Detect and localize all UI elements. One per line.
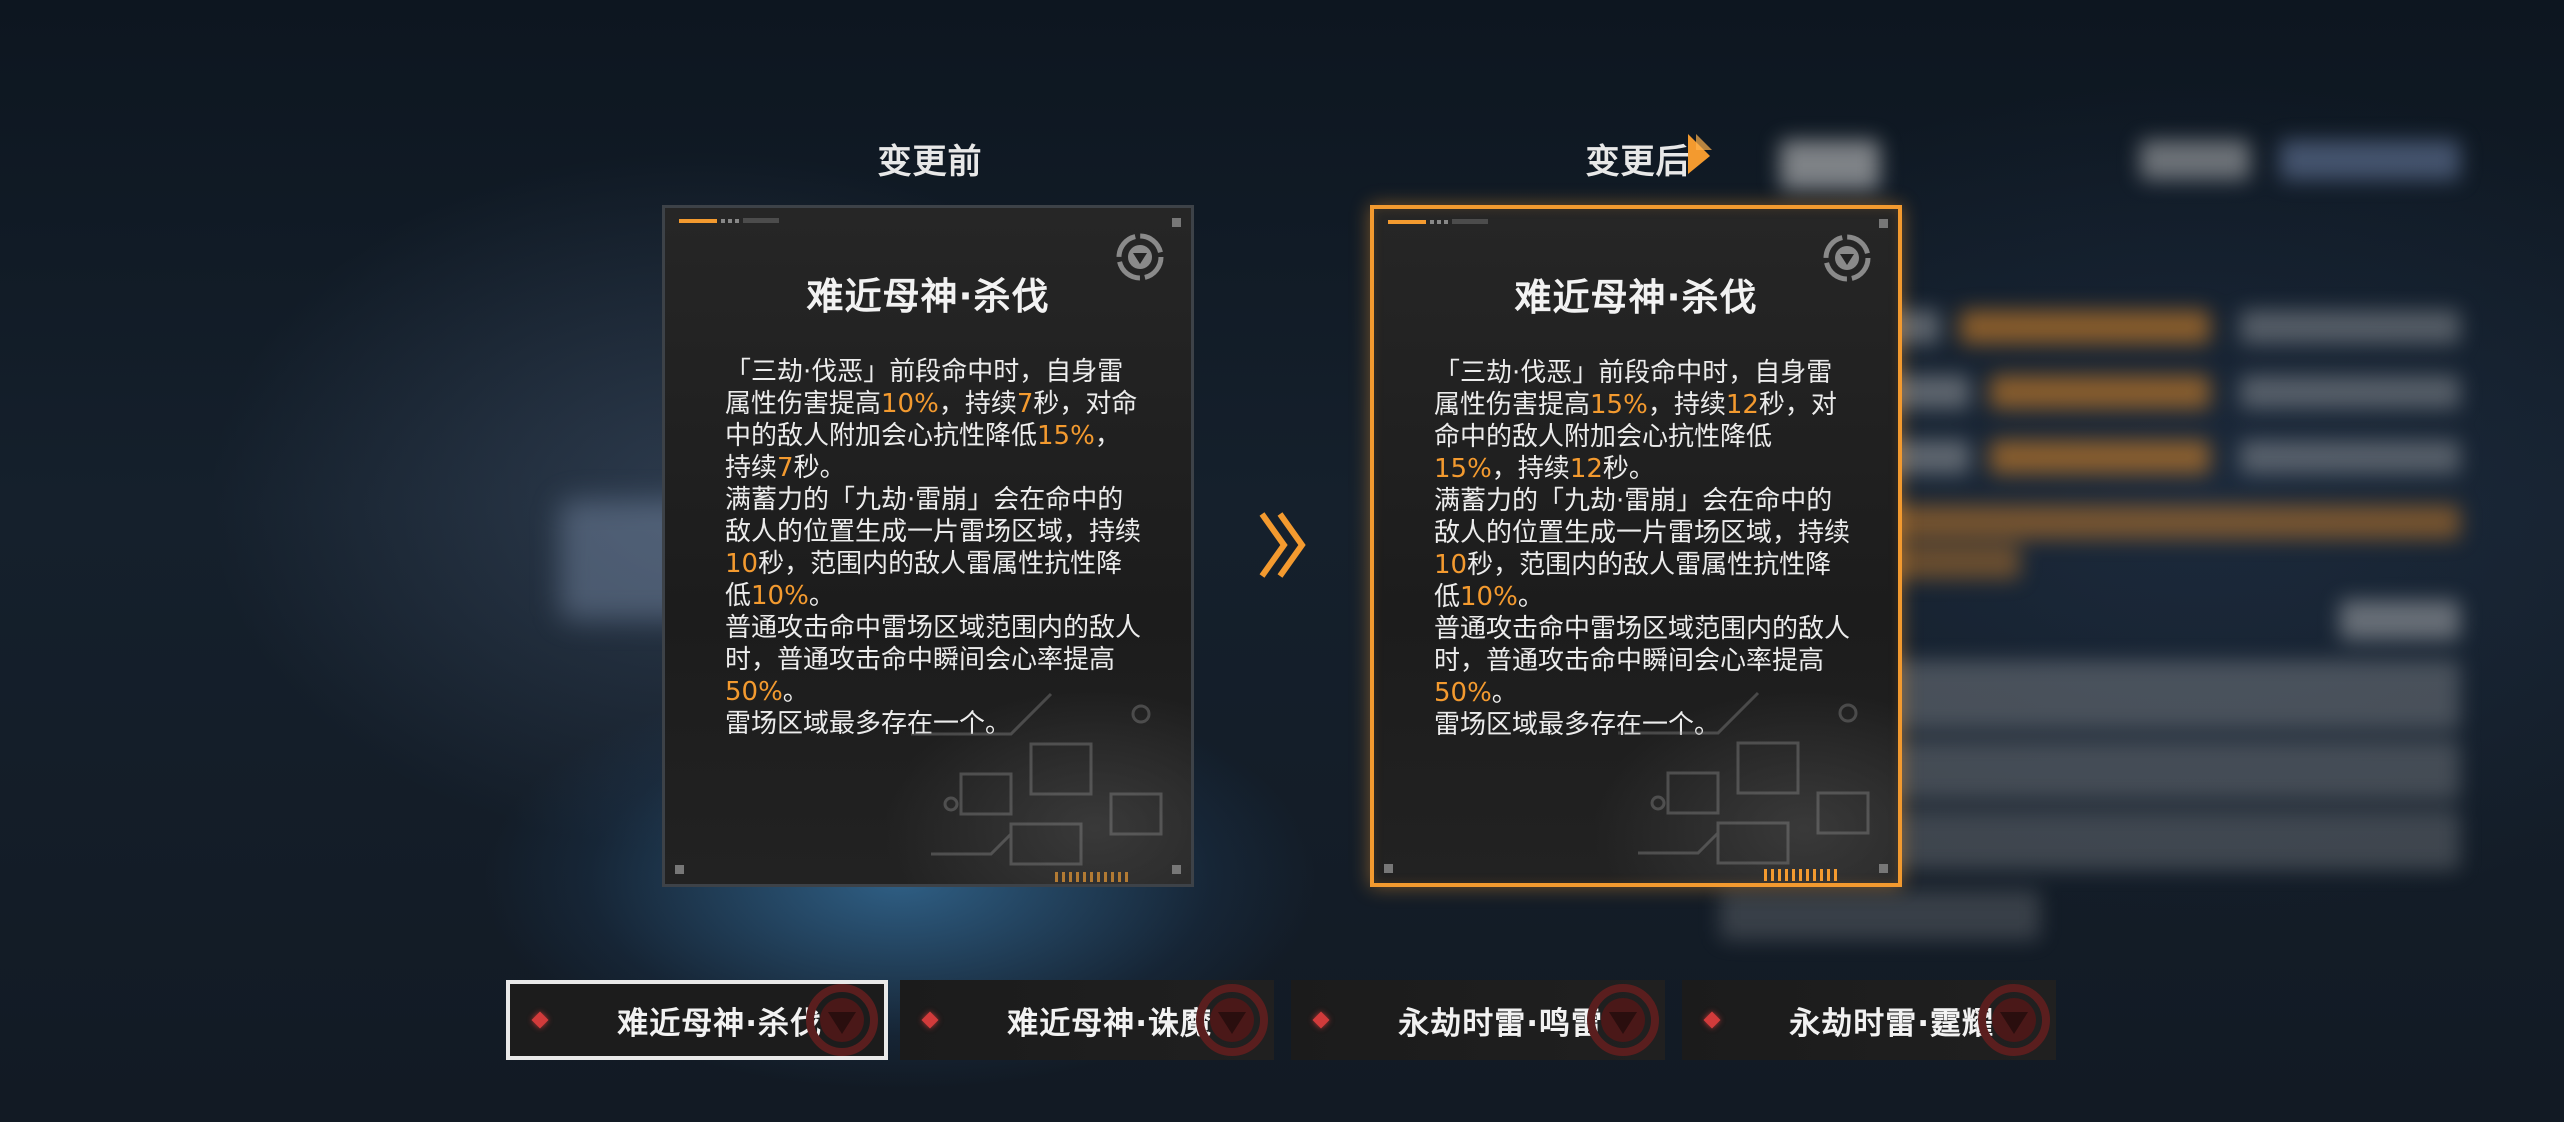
card-tick-marks <box>1764 869 1838 881</box>
after-heading: 变更后 <box>1585 142 1691 182</box>
triangle-emblem-icon <box>1587 984 1659 1056</box>
triangle-emblem-icon <box>1196 984 1268 1056</box>
after-card: 难近母神·杀伐 「三劫·伐恶」前段命中时，自身雷属性伤害提高15%，持续12秒，… <box>1370 205 1902 887</box>
tab-yongjie-minglei[interactable]: 永劫时雷·鸣雷 <box>1291 980 1665 1060</box>
description-paragraph: 「三劫·伐恶」前段命中时，自身雷属性伤害提高10%，持续7秒，对命中的敌人附加会… <box>725 356 1145 484</box>
highlighted-value: 12 <box>1725 390 1759 420</box>
description-text: 。 <box>782 677 809 707</box>
triangle-emblem-icon <box>1978 984 2050 1056</box>
highlighted-value: 15% <box>1037 421 1095 451</box>
highlighted-value: 7 <box>777 453 794 483</box>
description-text: ，持续 <box>938 389 1017 419</box>
description-text: 。 <box>1491 678 1518 708</box>
description-text: 满蓄力的「九劫·雷崩」会在命中的敌人的位置生成一片雷场区域，持续 <box>1434 486 1851 548</box>
card-tick-marks <box>1055 872 1129 882</box>
tab-nanjinmu-zhumo[interactable]: 难近母神·诛魔 <box>900 980 1274 1060</box>
description-text: 满蓄力的「九劫·雷崩」会在命中的敌人的位置生成一片雷场区域，持续 <box>725 485 1142 547</box>
description-text: ，持续 <box>1647 390 1726 420</box>
highlighted-value: 10% <box>881 389 939 419</box>
flag-icon <box>1688 134 1712 174</box>
highlighted-value: 10 <box>1434 550 1468 580</box>
description-paragraph: 满蓄力的「九劫·雷崩」会在命中的敌人的位置生成一片雷场区域，持续10秒，范围内的… <box>725 484 1145 612</box>
tab-label: 永劫时雷·霆耀 <box>1789 1005 1994 1042</box>
double-chevron-right-icon <box>1259 512 1306 578</box>
triangle-emblem-icon <box>806 984 878 1056</box>
highlighted-value: 7 <box>1016 389 1034 419</box>
card-tagline <box>1388 219 1488 225</box>
description-text: 秒。 <box>793 453 846 483</box>
tab-label: 难近母神·诛魔 <box>1007 1005 1212 1042</box>
highlighted-value: 15% <box>1434 454 1492 484</box>
circuit-decoration <box>1618 691 1870 865</box>
highlighted-value: 10% <box>1460 582 1518 612</box>
tab-label: 难近母神·杀伐 <box>617 1005 822 1042</box>
card-title: 难近母神·杀伐 <box>806 275 1050 318</box>
highlighted-value: 50% <box>725 677 783 707</box>
description-paragraph: 满蓄力的「九劫·雷崩」会在命中的敌人的位置生成一片雷场区域，持续10秒，范围内的… <box>1434 485 1854 613</box>
highlighted-value: 10 <box>725 549 759 579</box>
highlighted-value: 15% <box>1590 390 1648 420</box>
highlighted-value: 12 <box>1569 454 1603 484</box>
description-text: 。 <box>1517 582 1544 612</box>
description-paragraph: 「三劫·伐恶」前段命中时，自身雷属性伤害提高15%，持续12秒，对命中的敌人附加… <box>1434 357 1854 485</box>
before-card: 难近母神·杀伐 「三劫·伐恶」前段命中时，自身雷属性伤害提高10%，持续7秒，对… <box>662 205 1194 887</box>
tab-label: 永劫时雷·鸣雷 <box>1398 1005 1603 1042</box>
description-text: ，持续 <box>1491 454 1570 484</box>
before-heading: 变更前 <box>877 142 983 182</box>
highlighted-value: 10% <box>751 581 809 611</box>
card-title: 难近母神·杀伐 <box>1514 276 1758 319</box>
tab-yongjie-tingyao[interactable]: 永劫时雷·霆耀 <box>1682 980 2056 1060</box>
tab-nanjinmu-shafa[interactable]: 难近母神·杀伐 <box>506 980 888 1060</box>
circuit-decoration <box>911 692 1163 866</box>
description-text: 。 <box>808 581 835 611</box>
card-tagline <box>679 218 779 224</box>
description-text: 秒。 <box>1602 454 1655 484</box>
highlighted-value: 50% <box>1434 678 1492 708</box>
